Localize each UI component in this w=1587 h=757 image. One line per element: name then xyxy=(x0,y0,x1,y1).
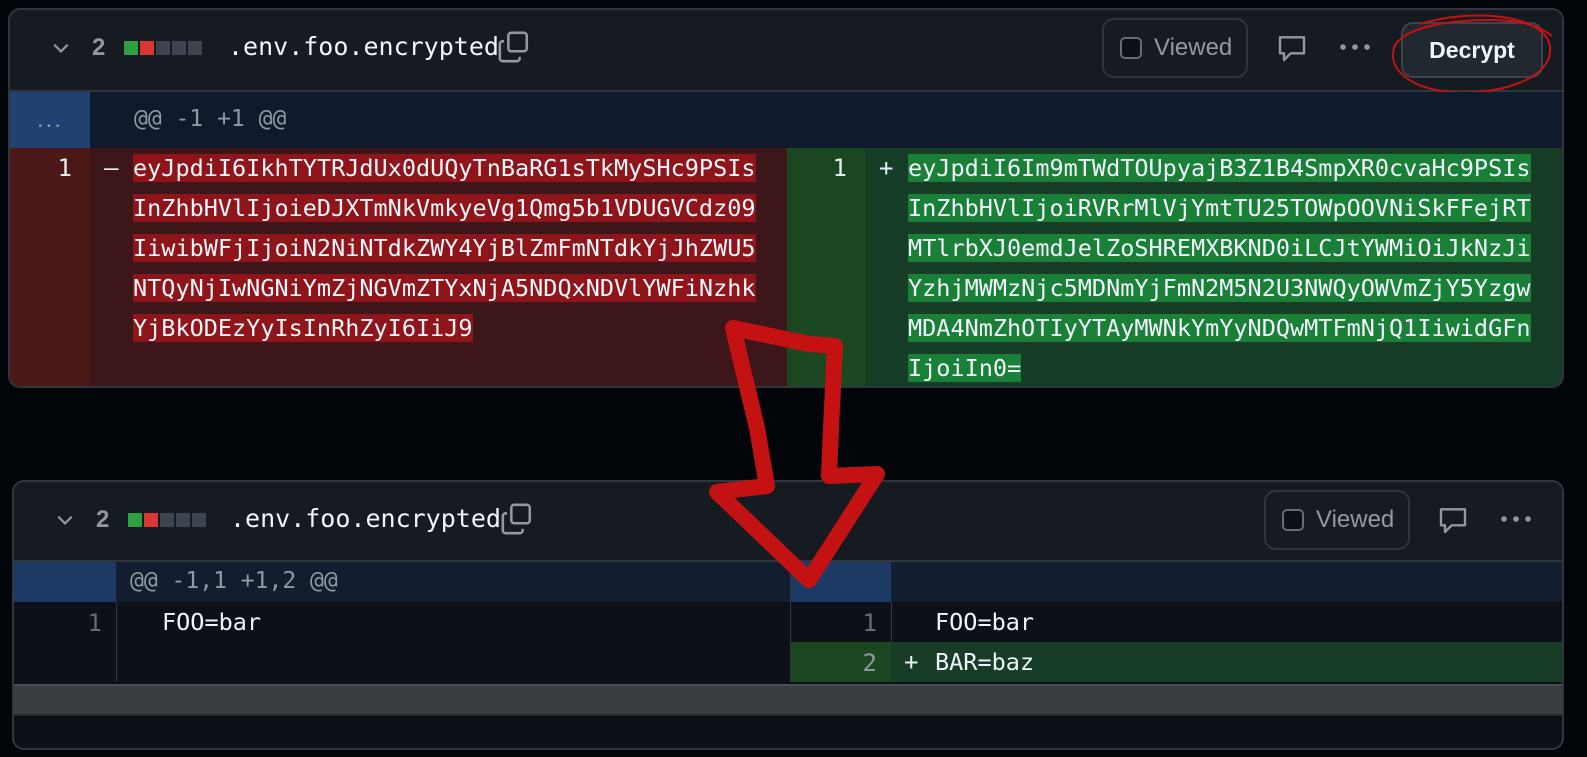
code-line: InZhbHVlIjoieDJXTmNkVmkyeVg1Qmg5b1VDUGVC… xyxy=(133,194,756,222)
file-header: 2 .env.foo.encrypted Viewed Decrypt xyxy=(10,10,1562,94)
line-number[interactable]: 2 xyxy=(863,649,877,677)
code-line: YzhjMWMzNjc5MDNmYjFmN2M5N2U3NWQyOWVmZjY5… xyxy=(908,274,1531,302)
chevron-down-icon[interactable] xyxy=(52,39,70,57)
code-line: BAR=baz xyxy=(935,648,1035,676)
decrypted-diff-panel: 2 .env.foo.encrypted Viewed @@ -1,1 +1,2… xyxy=(12,480,1564,750)
added-code-cell: + eyJpdiI6Im9mTWdTOUpyajB3Z1B4SmpXR0cvaH… xyxy=(865,148,1562,386)
diff-row: 2 + BAR=baz xyxy=(14,642,1562,682)
hunk-gutter-right[interactable] xyxy=(790,562,891,602)
checkbox-icon[interactable] xyxy=(1120,37,1142,59)
hunk-header: @@ -1,1 +1,2 @@ xyxy=(130,568,338,594)
line-number[interactable]: 1 xyxy=(58,154,72,182)
deleted-code-cell: – eyJpdiI6IkhTYTRJdUx0dUQyTnBaRG1sTkMySH… xyxy=(90,148,787,386)
code-line: IjoiIn0= xyxy=(908,354,1022,382)
comment-icon[interactable] xyxy=(1276,32,1308,64)
code-line: YjBkODEzYyIsInRhZyI6IiJ9 xyxy=(133,314,473,342)
line-number[interactable]: 1 xyxy=(863,609,877,637)
code-line: NTQyNjIwNGNiYmZjNGVmZTYxNjA5NDQxNDVlYWFi… xyxy=(133,274,756,302)
hunk-header-row: ... @@ -1 +1 @@ xyxy=(10,92,1562,148)
right-gutter: 1 xyxy=(787,148,865,386)
code-line: eyJpdiI6Im9mTWdTOUpyajB3Z1B4SmpXR0cvaHc9… xyxy=(908,154,1531,182)
checkbox-icon[interactable] xyxy=(1282,509,1304,531)
diffstat-blocks xyxy=(124,41,202,55)
split-diff-body: 1 – eyJpdiI6IkhTYTRJdUx0dUQyTnBaRG1sTkMy… xyxy=(10,148,1562,386)
horizontal-scrollbar[interactable] xyxy=(14,684,1562,716)
left-gutter: 1 xyxy=(14,602,117,642)
code-line: eyJpdiI6IkhTYTRJdUx0dUQyTnBaRG1sTkMySHc9… xyxy=(133,154,756,182)
file-header: 2 .env.foo.encrypted Viewed xyxy=(14,482,1562,562)
code-line: InZhbHVlIjoiRVRrMlVjYmtTU25TOWpOOVNiSkFF… xyxy=(908,194,1531,222)
addition-marker: + xyxy=(879,154,894,182)
file-name[interactable]: .env.foo.encrypted xyxy=(228,32,499,61)
viewed-label: Viewed xyxy=(1154,34,1233,61)
decrypt-button[interactable]: Decrypt xyxy=(1401,22,1543,78)
hunk-header-row: @@ -1,1 +1,2 @@ xyxy=(14,562,1562,602)
code-line: MDA4NmZhOTIyYTAyMWNkYmYyNDQwMTFmNjQ1Iiwi… xyxy=(908,314,1531,342)
diffstat-blocks xyxy=(128,513,206,527)
viewed-toggle[interactable]: Viewed xyxy=(1102,18,1248,78)
left-gutter-empty xyxy=(14,642,117,682)
hunk-gutter-left[interactable] xyxy=(14,562,116,602)
code-line: FOO=bar xyxy=(162,608,262,636)
diff-row: 1 FOO=bar 1 FOO=bar xyxy=(14,602,1562,642)
line-number[interactable]: 1 xyxy=(833,154,847,182)
hunk-header: @@ -1 +1 @@ xyxy=(134,106,287,132)
deletion-marker: – xyxy=(104,154,119,182)
code-line: MTlrbXJ0emdJelZoSHREMXBKND0iLCJtYWMiOiJk… xyxy=(908,234,1531,262)
change-count: 2 xyxy=(96,506,110,533)
copy-icon[interactable] xyxy=(500,502,534,536)
chevron-down-icon[interactable] xyxy=(56,511,74,529)
expand-button[interactable]: ... xyxy=(10,92,90,148)
encrypted-diff-panel: 2 .env.foo.encrypted Viewed Decrypt ... … xyxy=(8,8,1564,388)
left-gutter: 1 xyxy=(10,148,90,386)
viewed-toggle[interactable]: Viewed xyxy=(1264,490,1410,550)
code-line: IiwibWFjIjoiN2NiNTdkZWY4YjBlZmFmNTdkYjJh… xyxy=(133,234,756,262)
line-number[interactable]: 1 xyxy=(88,609,102,637)
comment-icon[interactable] xyxy=(1437,504,1469,536)
right-gutter: 1 xyxy=(790,602,892,642)
kebab-horizontal-icon[interactable] xyxy=(1499,512,1533,526)
copy-icon[interactable] xyxy=(497,30,531,64)
kebab-horizontal-icon[interactable] xyxy=(1338,40,1372,54)
addition-marker: + xyxy=(904,648,919,676)
change-count: 2 xyxy=(92,34,106,61)
added-code-cell: + BAR=baz xyxy=(891,642,1562,682)
right-gutter: 2 xyxy=(790,642,892,682)
viewed-label: Viewed xyxy=(1316,506,1395,533)
code-line: FOO=bar xyxy=(935,608,1035,636)
file-name[interactable]: .env.foo.encrypted xyxy=(230,504,501,533)
